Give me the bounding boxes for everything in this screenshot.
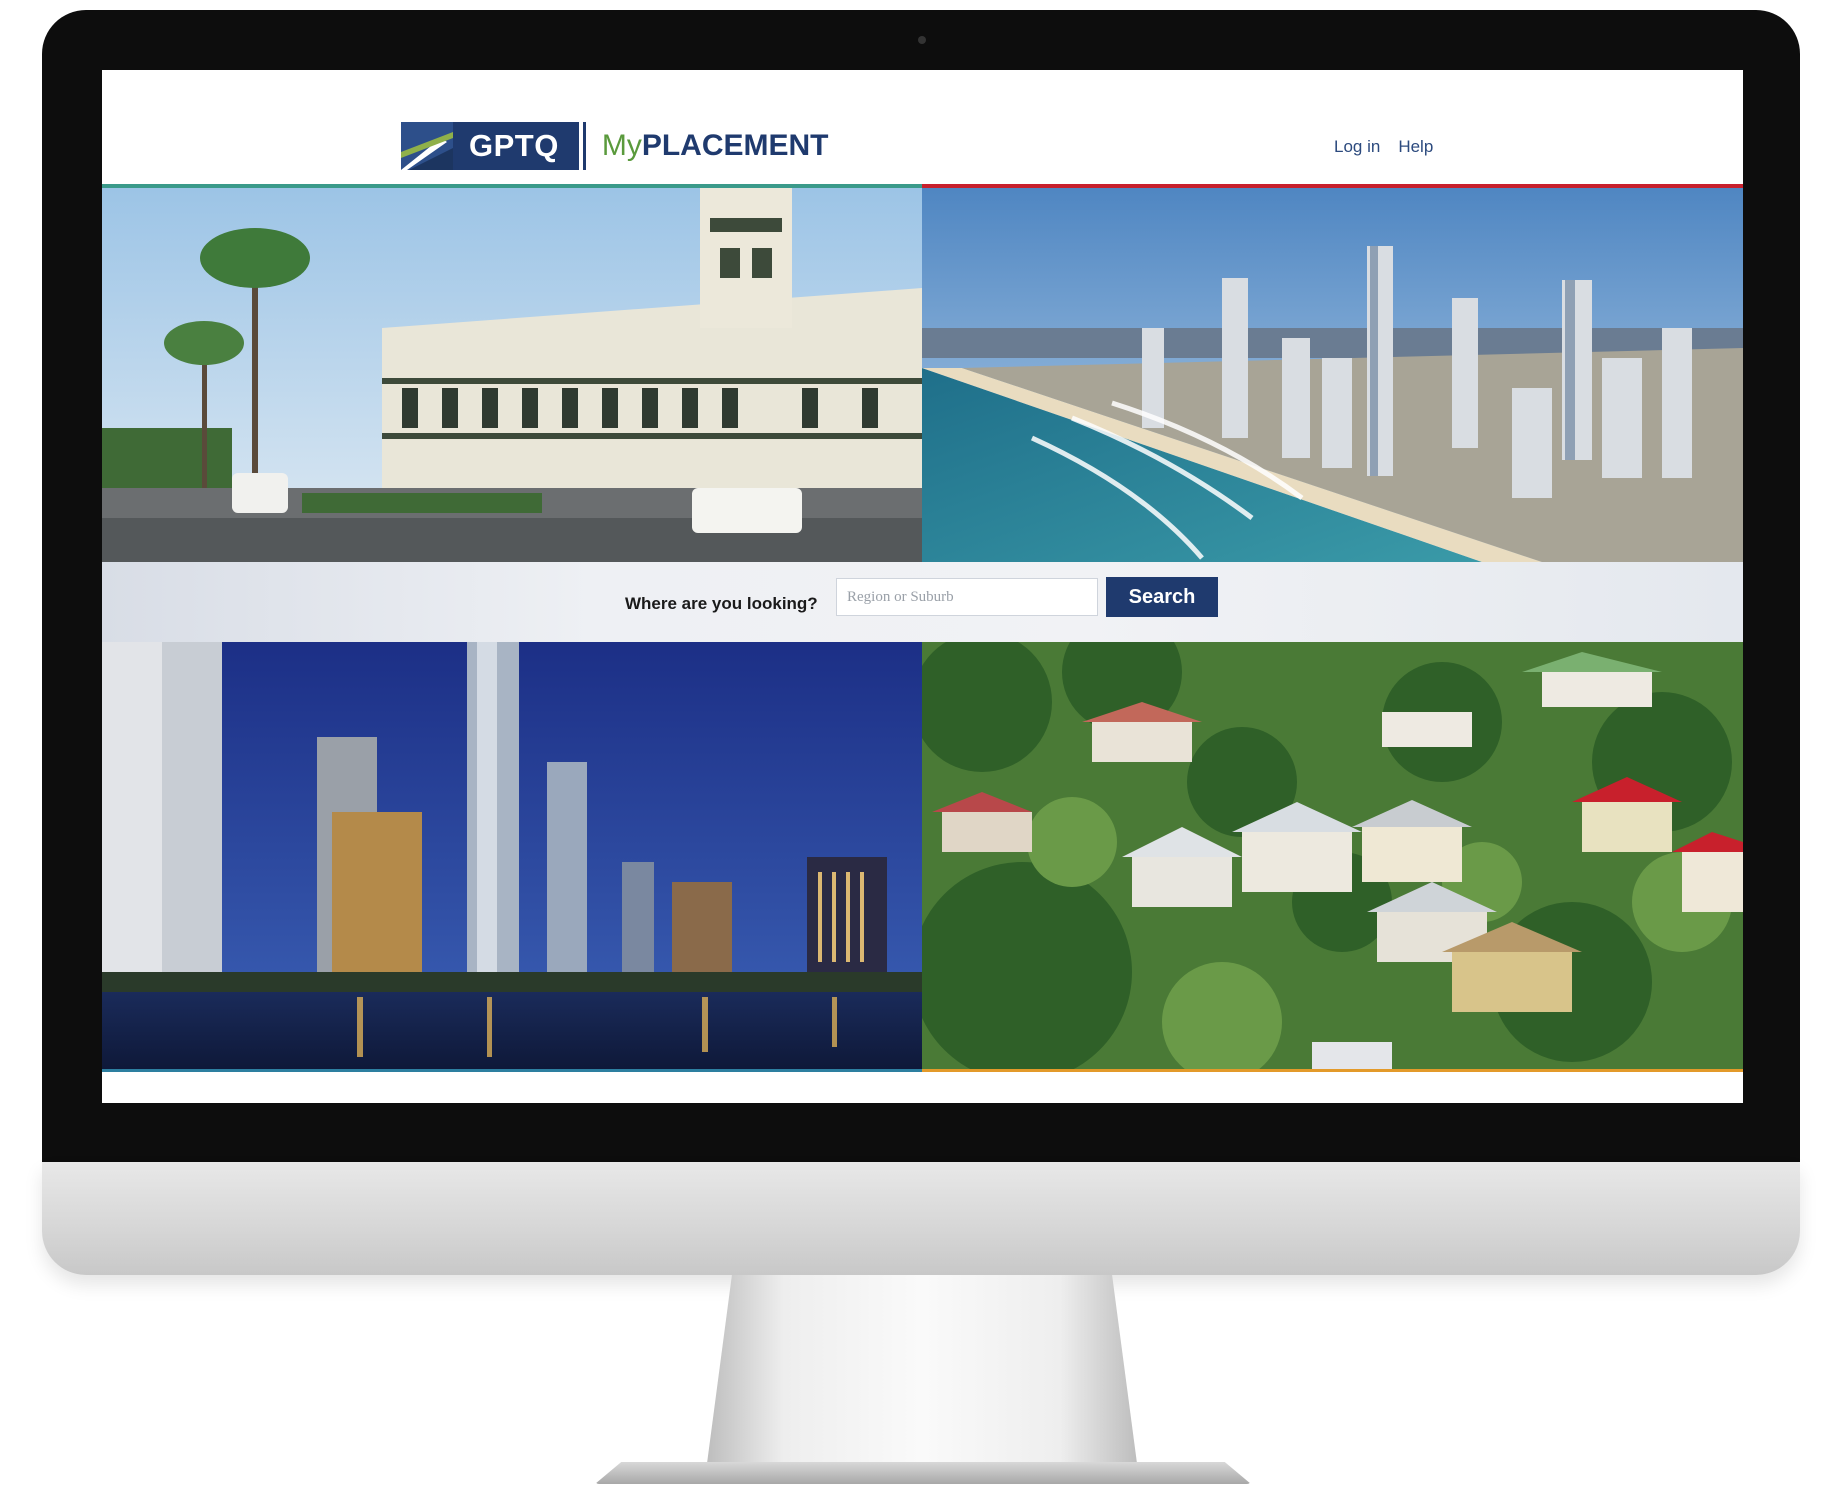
logo-my-text: My — [601, 129, 642, 162]
footer-accent-rule-right — [922, 1069, 1743, 1072]
site-logo[interactable]: GPTQ MyPLACEMENT — [401, 122, 829, 170]
search-button[interactable]: Search — [1106, 577, 1218, 617]
monitor-stand — [706, 1275, 1138, 1471]
camera-icon — [918, 36, 926, 44]
monitor-stand-base — [595, 1462, 1251, 1484]
hillside-houses-photo — [922, 642, 1743, 1071]
gptq-logo-icon — [401, 122, 453, 170]
browser-screen: GPTQ MyPLACEMENT Log in Help Where are y… — [102, 70, 1743, 1103]
coastal-skyline-beach-photo — [922, 188, 1743, 562]
logo-product-name: MyPLACEMENT — [602, 129, 829, 163]
help-link[interactable]: Help — [1398, 137, 1433, 157]
site-header: GPTQ MyPLACEMENT Log in Help — [102, 70, 1743, 184]
logo-divider — [582, 122, 586, 170]
night-city-skyline-river-photo — [102, 642, 922, 1071]
search-prompt: Where are you looking? — [625, 594, 818, 613]
login-link[interactable]: Log in — [1334, 137, 1380, 157]
header-nav: Log in Help — [1334, 137, 1433, 157]
logo-wordmark-box: GPTQ — [453, 122, 579, 170]
search-input[interactable] — [836, 578, 1098, 616]
monitor-chin — [42, 1162, 1800, 1275]
footer-accent-rule-left — [102, 1069, 922, 1072]
heritage-hotel-street-photo — [102, 188, 922, 562]
logo-placement-text: PLACEMENT — [641, 129, 829, 162]
